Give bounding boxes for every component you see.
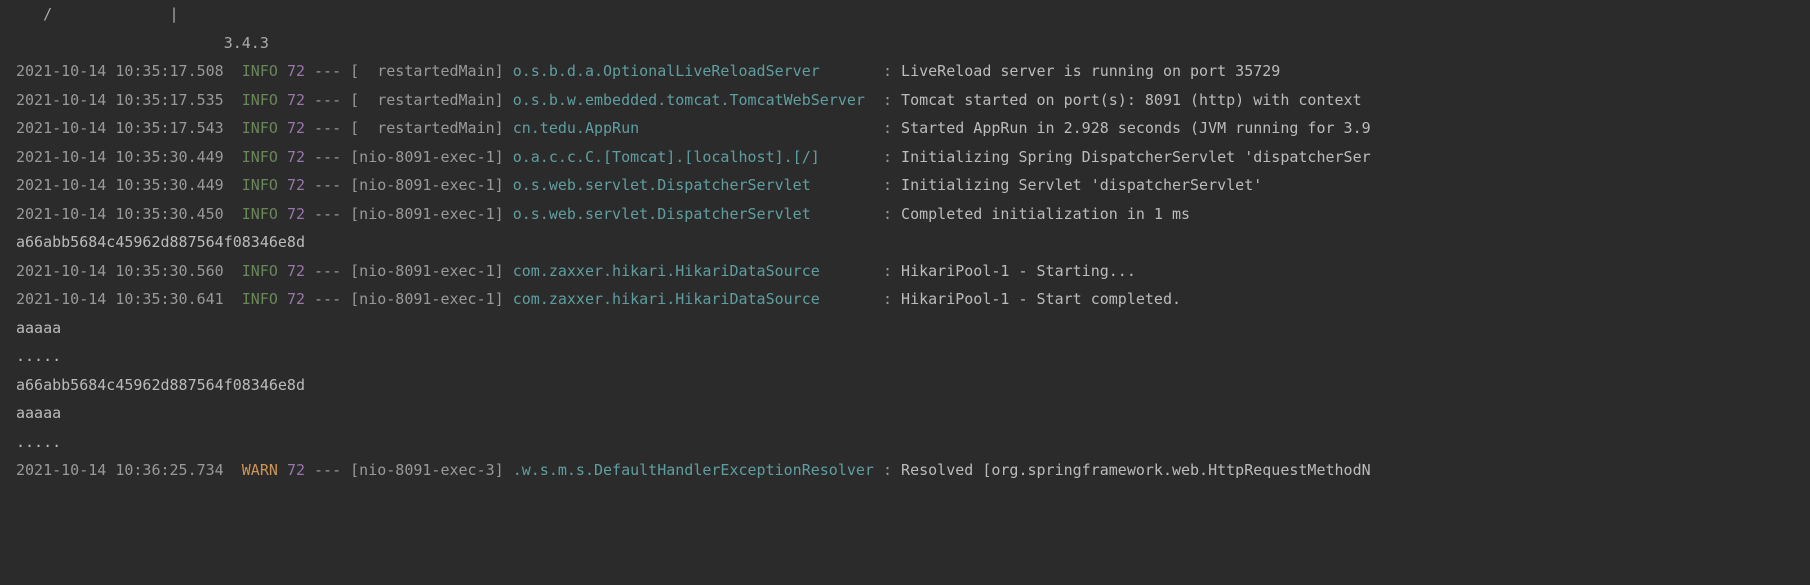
banner-line-1: / | (16, 0, 1794, 29)
colon: : (883, 262, 892, 280)
timestamp: 2021-10-14 10:35:17.543 (16, 119, 224, 137)
log-message: LiveReload server is running on port 357… (901, 62, 1280, 80)
thread: [ restartedMain] (350, 62, 504, 80)
logger-class: cn.tedu.AppRun (513, 119, 874, 137)
log-line: 2021-10-14 10:35:30.449 INFO 72 --- [nio… (16, 171, 1794, 200)
timestamp: 2021-10-14 10:35:30.450 (16, 205, 224, 223)
log-line: a66abb5684c45962d887564f08346e8d (16, 228, 1794, 257)
log-line: ..... (16, 342, 1794, 371)
separator: --- (314, 148, 341, 166)
log-line: 2021-10-14 10:35:30.560 INFO 72 --- [nio… (16, 257, 1794, 286)
logger-class: .w.s.m.s.DefaultHandlerExceptionResolver (513, 461, 874, 479)
timestamp: 2021-10-14 10:36:25.734 (16, 461, 224, 479)
log-message: HikariPool-1 - Starting... (901, 262, 1136, 280)
log-line: aaaaa (16, 399, 1794, 428)
log-message: Initializing Servlet 'dispatcherServlet' (901, 176, 1262, 194)
log-line: ..... (16, 428, 1794, 457)
log-level: INFO (242, 176, 278, 194)
colon: : (883, 148, 892, 166)
log-message: Completed initialization in 1 ms (901, 205, 1190, 223)
logger-class: com.zaxxer.hikari.HikariDataSource (513, 290, 874, 308)
timestamp: 2021-10-14 10:35:30.641 (16, 290, 224, 308)
plain-output: a66abb5684c45962d887564f08346e8d (16, 233, 305, 251)
colon: : (883, 205, 892, 223)
timestamp: 2021-10-14 10:35:30.449 (16, 176, 224, 194)
separator: --- (314, 205, 341, 223)
thread: [nio-8091-exec-1] (350, 262, 504, 280)
log-message: Resolved [org.springframework.web.HttpRe… (901, 461, 1371, 479)
log-message: Started AppRun in 2.928 seconds (JVM run… (901, 119, 1371, 137)
log-level: INFO (242, 91, 278, 109)
log-line: a66abb5684c45962d887564f08346e8d (16, 371, 1794, 400)
thread: [nio-8091-exec-1] (350, 176, 504, 194)
thread: [ restartedMain] (350, 91, 504, 109)
log-message: HikariPool-1 - Start completed. (901, 290, 1181, 308)
plain-output: aaaaa (16, 404, 61, 422)
separator: --- (314, 461, 341, 479)
log-level: INFO (242, 262, 278, 280)
logger-class: o.s.web.servlet.DispatcherServlet (513, 176, 874, 194)
log-level: INFO (242, 290, 278, 308)
pid: 72 (287, 262, 305, 280)
plain-output: ..... (16, 433, 61, 451)
thread: [ restartedMain] (350, 119, 504, 137)
pid: 72 (287, 62, 305, 80)
colon: : (883, 290, 892, 308)
logger-class: o.s.web.servlet.DispatcherServlet (513, 205, 874, 223)
log-line: aaaaa (16, 314, 1794, 343)
pid: 72 (287, 205, 305, 223)
separator: --- (314, 290, 341, 308)
pid: 72 (287, 290, 305, 308)
log-line: 2021-10-14 10:35:17.543 INFO 72 --- [ re… (16, 114, 1794, 143)
log-message: Initializing Spring DispatcherServlet 'd… (901, 148, 1371, 166)
logger-class: o.s.b.w.embedded.tomcat.TomcatWebServer (513, 91, 874, 109)
pid: 72 (287, 91, 305, 109)
plain-output: ..... (16, 347, 61, 365)
separator: --- (314, 262, 341, 280)
log-level: INFO (242, 62, 278, 80)
colon: : (883, 91, 892, 109)
thread: [nio-8091-exec-1] (350, 148, 504, 166)
log-level: INFO (242, 148, 278, 166)
log-line: 2021-10-14 10:35:30.641 INFO 72 --- [nio… (16, 285, 1794, 314)
log-line: 2021-10-14 10:36:25.734 WARN 72 --- [nio… (16, 456, 1794, 485)
logger-class: com.zaxxer.hikari.HikariDataSource (513, 262, 874, 280)
timestamp: 2021-10-14 10:35:17.535 (16, 91, 224, 109)
log-line: 2021-10-14 10:35:30.449 INFO 72 --- [nio… (16, 143, 1794, 172)
timestamp: 2021-10-14 10:35:30.449 (16, 148, 224, 166)
pid: 72 (287, 119, 305, 137)
thread: [nio-8091-exec-3] (350, 461, 504, 479)
separator: --- (314, 119, 341, 137)
pid: 72 (287, 176, 305, 194)
pid: 72 (287, 461, 305, 479)
colon: : (883, 176, 892, 194)
log-line: 2021-10-14 10:35:17.535 INFO 72 --- [ re… (16, 86, 1794, 115)
timestamp: 2021-10-14 10:35:17.508 (16, 62, 224, 80)
colon: : (883, 62, 892, 80)
colon: : (883, 119, 892, 137)
log-message: Tomcat started on port(s): 8091 (http) w… (901, 91, 1371, 109)
log-line: 2021-10-14 10:35:30.450 INFO 72 --- [nio… (16, 200, 1794, 229)
console-output: / | 3.4.3 2021-10-14 10:35:17.508 INFO 7… (0, 0, 1810, 485)
log-level: INFO (242, 119, 278, 137)
logger-class: o.a.c.c.C.[Tomcat].[localhost].[/] (513, 148, 874, 166)
colon: : (883, 461, 892, 479)
log-level: INFO (242, 205, 278, 223)
logger-class: o.s.b.d.a.OptionalLiveReloadServer (513, 62, 874, 80)
thread: [nio-8091-exec-1] (350, 290, 504, 308)
separator: --- (314, 91, 341, 109)
thread: [nio-8091-exec-1] (350, 205, 504, 223)
pid: 72 (287, 148, 305, 166)
plain-output: a66abb5684c45962d887564f08346e8d (16, 376, 305, 394)
log-level: WARN (242, 461, 278, 479)
timestamp: 2021-10-14 10:35:30.560 (16, 262, 224, 280)
separator: --- (314, 62, 341, 80)
separator: --- (314, 176, 341, 194)
log-line: 2021-10-14 10:35:17.508 INFO 72 --- [ re… (16, 57, 1794, 86)
plain-output: aaaaa (16, 319, 61, 337)
banner-line-2: 3.4.3 (16, 29, 1794, 58)
